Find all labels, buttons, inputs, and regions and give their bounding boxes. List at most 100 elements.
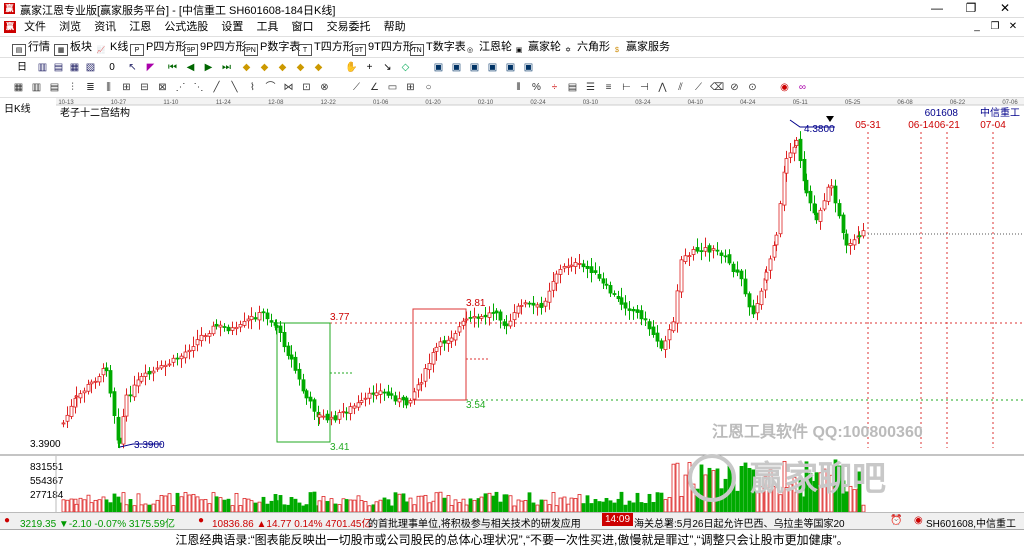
level-icon[interactable]: ≡	[602, 81, 615, 94]
candle-body[interactable]	[778, 203, 783, 235]
candle-body[interactable]	[663, 340, 668, 350]
drawtool-8-icon[interactable]: ⊟	[138, 81, 151, 94]
candle-body[interactable]	[446, 339, 451, 344]
restore-button[interactable]: ❐	[954, 0, 988, 17]
candle-body[interactable]	[616, 295, 621, 300]
candle-body[interactable]	[659, 340, 664, 349]
candle-body[interactable]	[527, 302, 532, 305]
candle-body[interactable]	[374, 392, 379, 396]
candle-body[interactable]	[822, 200, 827, 210]
candle-body[interactable]	[104, 367, 109, 372]
candle-body[interactable]	[179, 355, 184, 360]
candle-body[interactable]	[329, 416, 334, 420]
ruler-icon[interactable]: ⊢	[620, 81, 633, 94]
percent-icon[interactable]: %	[530, 81, 543, 94]
candle-body[interactable]	[476, 316, 481, 319]
candle-body[interactable]	[199, 334, 204, 342]
drawtool-2-icon[interactable]: ▥	[30, 81, 43, 94]
menu-browse[interactable]: 浏览	[54, 18, 86, 36]
candle-body[interactable]	[539, 302, 544, 308]
candle-body[interactable]	[363, 397, 368, 400]
toolbox-6-icon[interactable]: ▣	[522, 61, 535, 74]
candle-body[interactable]	[341, 411, 346, 413]
gann-box-icon[interactable]: ▭	[386, 81, 399, 94]
candle-body[interactable]	[108, 370, 113, 394]
drawtool-7-icon[interactable]: ⊞	[120, 81, 133, 94]
candle-body[interactable]	[639, 310, 644, 320]
candle-body[interactable]	[593, 270, 598, 273]
flag-icon[interactable]: ◤	[144, 61, 157, 74]
candle-body[interactable]	[301, 379, 306, 392]
candle-body[interactable]	[472, 316, 477, 319]
candle-body[interactable]	[78, 393, 83, 399]
drawtool-14-icon[interactable]: ⌇	[246, 81, 259, 94]
candle-body[interactable]	[751, 305, 756, 315]
candle-body[interactable]	[321, 415, 326, 418]
candle-body[interactable]	[293, 356, 298, 371]
prev-page-icon[interactable]: ◀	[184, 61, 197, 74]
candle-body[interactable]	[453, 333, 458, 341]
candle-body[interactable]	[203, 335, 208, 338]
candle-body[interactable]	[715, 249, 720, 252]
candle-body[interactable]	[97, 376, 102, 383]
calendar-icon[interactable]: ▧	[84, 61, 97, 74]
candle-body[interactable]	[265, 312, 270, 320]
formula-icon[interactable]: ▦	[68, 61, 81, 74]
candle-body[interactable]	[558, 268, 563, 275]
candle-body[interactable]	[163, 364, 168, 368]
candle-body[interactable]	[337, 412, 342, 420]
candle-body[interactable]	[214, 323, 219, 327]
candle-body[interactable]	[442, 340, 447, 344]
candle-body[interactable]	[461, 320, 466, 326]
infinity-icon[interactable]: ∞	[796, 81, 809, 94]
candle-body[interactable]	[124, 394, 129, 417]
candle-body[interactable]	[703, 247, 708, 252]
candle-body[interactable]	[764, 271, 769, 281]
menu-help[interactable]: 帮助	[379, 18, 411, 36]
diamond-3-icon[interactable]: ◆	[276, 61, 289, 74]
candle-body[interactable]	[389, 393, 394, 396]
candle-body[interactable]	[464, 318, 469, 321]
candle-body[interactable]	[651, 326, 656, 336]
candle-body[interactable]	[371, 392, 376, 395]
mdi-minimize-button[interactable]: _	[968, 18, 986, 36]
candle-body[interactable]	[679, 259, 684, 293]
candle-body[interactable]	[333, 415, 338, 421]
toolbox-3-icon[interactable]: ▣	[468, 61, 481, 74]
candle-body[interactable]	[352, 405, 357, 409]
zigzag-icon[interactable]: ⋀	[656, 81, 669, 94]
candle-body[interactable]	[69, 405, 74, 417]
candle-body[interactable]	[312, 399, 317, 412]
first-page-icon[interactable]: ⏮	[166, 61, 179, 74]
candle-body[interactable]	[147, 370, 152, 375]
candle-body[interactable]	[397, 398, 402, 403]
candle-body[interactable]	[491, 312, 496, 314]
candle-body[interactable]	[683, 255, 688, 262]
candle-body[interactable]	[74, 395, 79, 398]
t-number-button[interactable]: TN T数字表	[410, 39, 466, 56]
toolbox-1-icon[interactable]: ▣	[432, 61, 445, 74]
candle-body[interactable]	[82, 390, 87, 394]
candle-body[interactable]	[325, 413, 330, 421]
candle-body[interactable]	[434, 346, 439, 352]
candle-body[interactable]	[814, 212, 819, 221]
candle-body[interactable]	[416, 384, 421, 391]
gann-wheel-button[interactable]: ◎ 江恩轮	[463, 39, 512, 55]
candle-body[interactable]	[457, 326, 462, 333]
candle-body[interactable]	[191, 346, 196, 351]
candle-body[interactable]	[139, 375, 144, 382]
candle-body[interactable]	[449, 337, 454, 342]
candle-body[interactable]	[128, 394, 133, 397]
candle-body[interactable]	[635, 309, 640, 313]
menu-gann[interactable]: 江恩	[124, 18, 156, 36]
cursor-icon[interactable]: ↖	[126, 61, 139, 74]
number-select[interactable]: 0	[102, 61, 122, 74]
candle-body[interactable]	[378, 390, 383, 395]
candle-body[interactable]	[286, 345, 291, 356]
toolbox-5-icon[interactable]: ▣	[504, 61, 517, 74]
candle-body[interactable]	[427, 363, 432, 371]
candle-body[interactable]	[573, 262, 578, 267]
candle-body[interactable]	[841, 214, 846, 234]
lock-icon[interactable]: ⊘	[728, 81, 741, 94]
candle-body[interactable]	[479, 316, 484, 319]
